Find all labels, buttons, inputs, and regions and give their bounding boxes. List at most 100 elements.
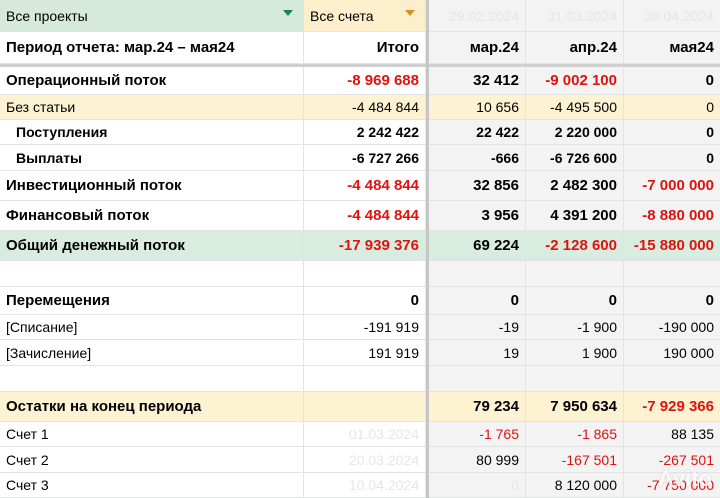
table-row-balance: Остатки на конец периода 79 234 7 950 63… [0,392,720,422]
row-value-m2: -1 865 [526,422,624,447]
row-label: Выплаты [0,145,304,171]
row-value-m2: 0 [526,287,624,315]
row-value-m1: 69 224 [429,231,526,261]
row-value-m1: 22 422 [429,120,526,145]
row-value-m1: 0 [429,287,526,315]
empty-cell [526,366,624,392]
frozen-column-divider[interactable] [426,0,429,498]
row-value-m1: 79 234 [429,392,526,422]
row-total: 2 242 422 [304,120,426,145]
row-total: 191 919 [304,340,426,366]
row-value-m3: 190 000 [624,340,720,366]
month-header-1: мар.24 [429,32,526,64]
accounts-dropdown[interactable]: Все счета [304,0,426,32]
table-row: Операционный поток -8 969 688 32 412 -9 … [0,67,720,95]
row-label: [Зачисление] [0,340,304,366]
row-total: -4 484 844 [304,171,426,201]
row-value-m1: 32 412 [429,67,526,95]
row-value-m1: 3 956 [429,201,526,231]
row-total [304,392,426,422]
row-value-m1: 10 656 [429,95,526,120]
row-value-m1: -666 [429,145,526,171]
row-label: Инвестиционный поток [0,171,304,201]
row-total: -8 969 688 [304,67,426,95]
header-date-1: 29.02.2024 [429,0,526,32]
row-value-m3: -8 880 000 [624,201,720,231]
row-value-m2: 8 120 000 [526,473,624,498]
row-value-m1: 0 [429,473,526,498]
row-label: Счет 2 [0,447,304,473]
empty-cell [0,366,304,392]
projects-dropdown[interactable]: Все проекты [0,0,304,32]
row-value-m3: 0 [624,145,720,171]
row-date: 10.04.2024 [304,473,426,498]
row-value-m3: 88 135 [624,422,720,447]
table-row: Поступления 2 242 422 22 422 2 220 000 0 [0,120,720,145]
row-value-m1: -19 [429,315,526,340]
table-row: Без статьи -4 484 844 10 656 -4 495 500 … [0,95,720,120]
row-label: Перемещения [0,287,304,315]
row-total: -191 919 [304,315,426,340]
table-row: [Зачисление] 191 919 19 1 900 190 000 [0,340,720,366]
empty-cell [624,261,720,287]
chevron-down-icon [405,10,415,16]
row-value-m3: -267 501 [624,447,720,473]
row-value-m3: -190 000 [624,315,720,340]
table-row: Финансовый поток -4 484 844 3 956 4 391 … [0,201,720,231]
row-total: -6 727 266 [304,145,426,171]
row-date: 01.03.2024 [304,422,426,447]
accounts-dropdown-label: Все счета [310,7,374,24]
row-label: Счет 1 [0,422,304,447]
table-row-total: Общий денежный поток -17 939 376 69 224 … [0,231,720,261]
row-label: Поступления [0,120,304,145]
row-label: Операционный поток [0,67,304,95]
row-total: -4 484 844 [304,95,426,120]
header-date-3: 30.04.2024 [624,0,720,32]
row-label: Остатки на конец периода [0,392,304,422]
row-value-m1: 80 999 [429,447,526,473]
row-label: Общий денежный поток [0,231,304,261]
row-value-m3: 0 [624,95,720,120]
row-value-m2: 1 900 [526,340,624,366]
row-total: -17 939 376 [304,231,426,261]
empty-cell [304,366,426,392]
empty-cell [429,366,526,392]
row-value-m1: 32 856 [429,171,526,201]
row-label: [Списание] [0,315,304,340]
row-value-m3: 0 [624,120,720,145]
row-value-m2: -4 495 500 [526,95,624,120]
table-row: Перемещения 0 0 0 0 [0,287,720,315]
spreadsheet: Все проекты Все счета 29.02.2024 31.03.2… [0,0,720,498]
row-value-m2: -1 900 [526,315,624,340]
row-date: 20.03.2024 [304,447,426,473]
row-total: -4 484 844 [304,201,426,231]
empty-cell [526,261,624,287]
row-value-m3: -7 750 000 [624,473,720,498]
table-row: Счет 1 01.03.2024 -1 765 -1 865 88 135 [0,422,720,447]
row-value-m2: -167 501 [526,447,624,473]
row-value-m2: -2 128 600 [526,231,624,261]
table-row: [Списание] -191 919 -19 -1 900 -190 000 [0,315,720,340]
row-value-m2: 2 220 000 [526,120,624,145]
row-total: 0 [304,287,426,315]
projects-dropdown-label: Все проекты [6,7,88,24]
table-row: Выплаты -6 727 266 -666 -6 726 600 0 [0,145,720,171]
row-value-m3: -7 000 000 [624,171,720,201]
period-header-row: Период отчета: мар.24 – мая24 Итого мар.… [0,32,720,64]
empty-cell [429,261,526,287]
row-label: Без статьи [0,95,304,120]
row-label: Финансовый поток [0,201,304,231]
row-value-m2: 4 391 200 [526,201,624,231]
table-row: Инвестиционный поток -4 484 844 32 856 2… [0,171,720,201]
row-label: Счет 3 [0,473,304,498]
table-row: Счет 2 20.03.2024 80 999 -167 501 -267 5… [0,447,720,473]
table-row: Счет 3 10.04.2024 0 8 120 000 -7 750 000 [0,473,720,498]
chevron-down-icon [283,10,293,16]
row-value-m3: -15 880 000 [624,231,720,261]
row-value-m2: -9 002 100 [526,67,624,95]
month-header-2: апр.24 [526,32,624,64]
filter-row: Все проекты Все счета 29.02.2024 31.03.2… [0,0,720,32]
period-label: Период отчета: мар.24 – мая24 [0,32,304,64]
row-value-m3: 0 [624,67,720,95]
row-value-m2: 2 482 300 [526,171,624,201]
